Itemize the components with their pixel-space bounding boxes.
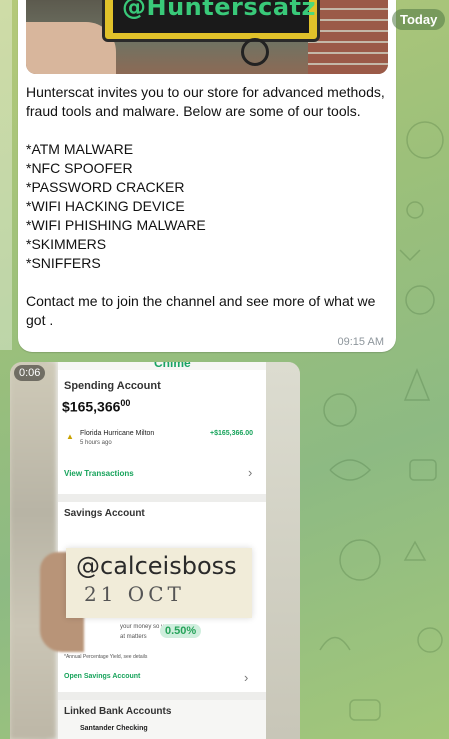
chevron-right-icon[interactable]: › <box>248 465 252 480</box>
tool-item: *WIFI PHISHING MALWARE <box>26 217 206 233</box>
tool-item: *PASSWORD CRACKER <box>26 179 185 195</box>
balance-cents: 00 <box>120 398 131 408</box>
tx-time: 5 hours ago <box>80 440 112 446</box>
matters-text: at matters <box>120 634 147 640</box>
tool-item: *ATM MALWARE <box>26 141 134 157</box>
tool-item: *SNIFFERS <box>26 255 101 271</box>
message-outro: Contact me to join the channel and see m… <box>26 293 376 328</box>
section-divider <box>58 494 266 502</box>
photo-watermark: @Hunterscatz <box>122 0 316 21</box>
spending-label: Spending Account <box>64 380 161 392</box>
apy-badge: 0.50% <box>160 624 202 638</box>
video-blur-left <box>10 362 56 739</box>
tool-item: *SKIMMERS <box>26 236 107 252</box>
apy-note: *Annual Percentage Yield, see details <box>64 654 148 660</box>
message-bubble[interactable]: @Hunterscatz Hunterscat invites you to o… <box>18 0 396 352</box>
bank-icon: ▲ <box>66 432 74 441</box>
message-photo[interactable]: @Hunterscatz <box>26 0 388 74</box>
date-badge: Today <box>392 9 446 30</box>
view-transactions-link[interactable]: View Transactions <box>64 469 134 478</box>
tx-amount: +$165,366.00 <box>210 430 254 437</box>
open-savings-link[interactable]: Open Savings Account <box>64 673 140 680</box>
message-text: Hunterscat invites you to our store for … <box>26 83 388 330</box>
chevron-right-icon[interactable]: › <box>244 670 248 685</box>
video-message[interactable]: Chime Spending Account $165,36600 ▲ Flor… <box>10 362 300 739</box>
savings-label: Savings Account <box>64 508 145 519</box>
tool-item: *WIFI HACKING DEVICE <box>26 198 185 214</box>
section-divider <box>58 692 266 700</box>
video-duration: 0:06 <box>14 365 46 381</box>
photo-bricks <box>308 0 388 74</box>
handwritten-note: @calceisboss 21 OCT <box>66 548 252 618</box>
message-intro: Hunterscat invites you to our store for … <box>26 84 385 119</box>
linked-item: Santander Checking <box>80 725 148 732</box>
note-date: 21 OCT <box>84 582 185 606</box>
chat-side-strip <box>0 0 12 350</box>
app-header: Chime <box>154 362 191 370</box>
video-blur-right <box>264 362 300 739</box>
balance-main: $165,366 <box>62 398 121 415</box>
tx-name: Florida Hurricane Milton <box>80 430 155 437</box>
tool-item: *NFC SPOOFER <box>26 160 133 176</box>
photo-wheel <box>241 38 269 66</box>
note-handle: @calceisboss <box>76 552 237 580</box>
linked-label: Linked Bank Accounts <box>64 706 172 717</box>
balance: $165,36600 <box>62 398 130 415</box>
message-timestamp: 09:15 AM <box>337 336 384 348</box>
